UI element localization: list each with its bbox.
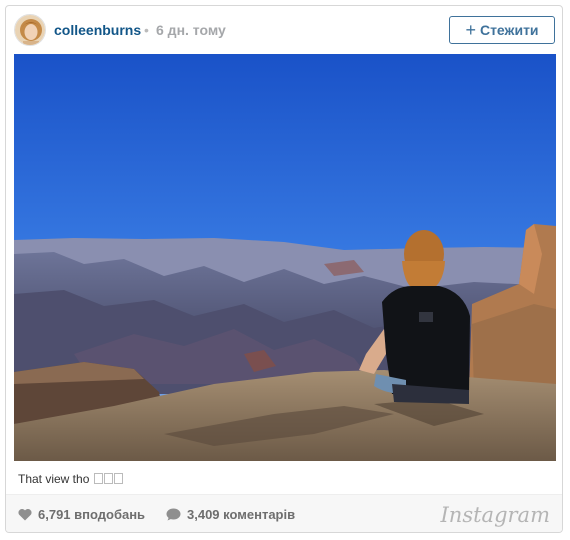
post-time[interactable]: 6 дн. тому xyxy=(156,22,226,38)
follow-label: Стежити xyxy=(479,22,539,38)
username-link[interactable]: colleenburns xyxy=(54,22,141,38)
post-header: colleenburns • 6 дн. тому + Стежити xyxy=(6,6,562,56)
separator-dot: • xyxy=(144,22,149,38)
post-footer: 6,791 вподобань 3,409 коментарів Instagr… xyxy=(6,494,562,532)
instagram-logo[interactable]: Instagram xyxy=(441,503,550,527)
comments-count[interactable]: 3,409 коментарів xyxy=(166,507,295,522)
emoji-glyph-icon xyxy=(113,473,123,484)
speech-bubble-icon xyxy=(166,508,181,521)
likes-count[interactable]: 6,791 вподобань xyxy=(18,507,145,522)
avatar[interactable] xyxy=(14,14,46,46)
likes-label: 6,791 вподобань xyxy=(38,507,146,522)
heart-icon xyxy=(18,508,32,521)
caption-text: That view tho xyxy=(18,472,93,486)
follow-button[interactable]: + Стежити xyxy=(449,16,555,44)
post-caption: That view tho xyxy=(18,472,123,486)
post-photo[interactable] xyxy=(14,54,556,461)
instagram-embed-card: colleenburns • 6 дн. тому + Стежити That… xyxy=(5,5,563,533)
comments-label: 3,409 коментарів xyxy=(187,507,296,522)
emoji-glyph-icon xyxy=(103,473,113,484)
emoji-glyph-icon xyxy=(93,473,103,484)
plus-icon: + xyxy=(465,20,476,40)
